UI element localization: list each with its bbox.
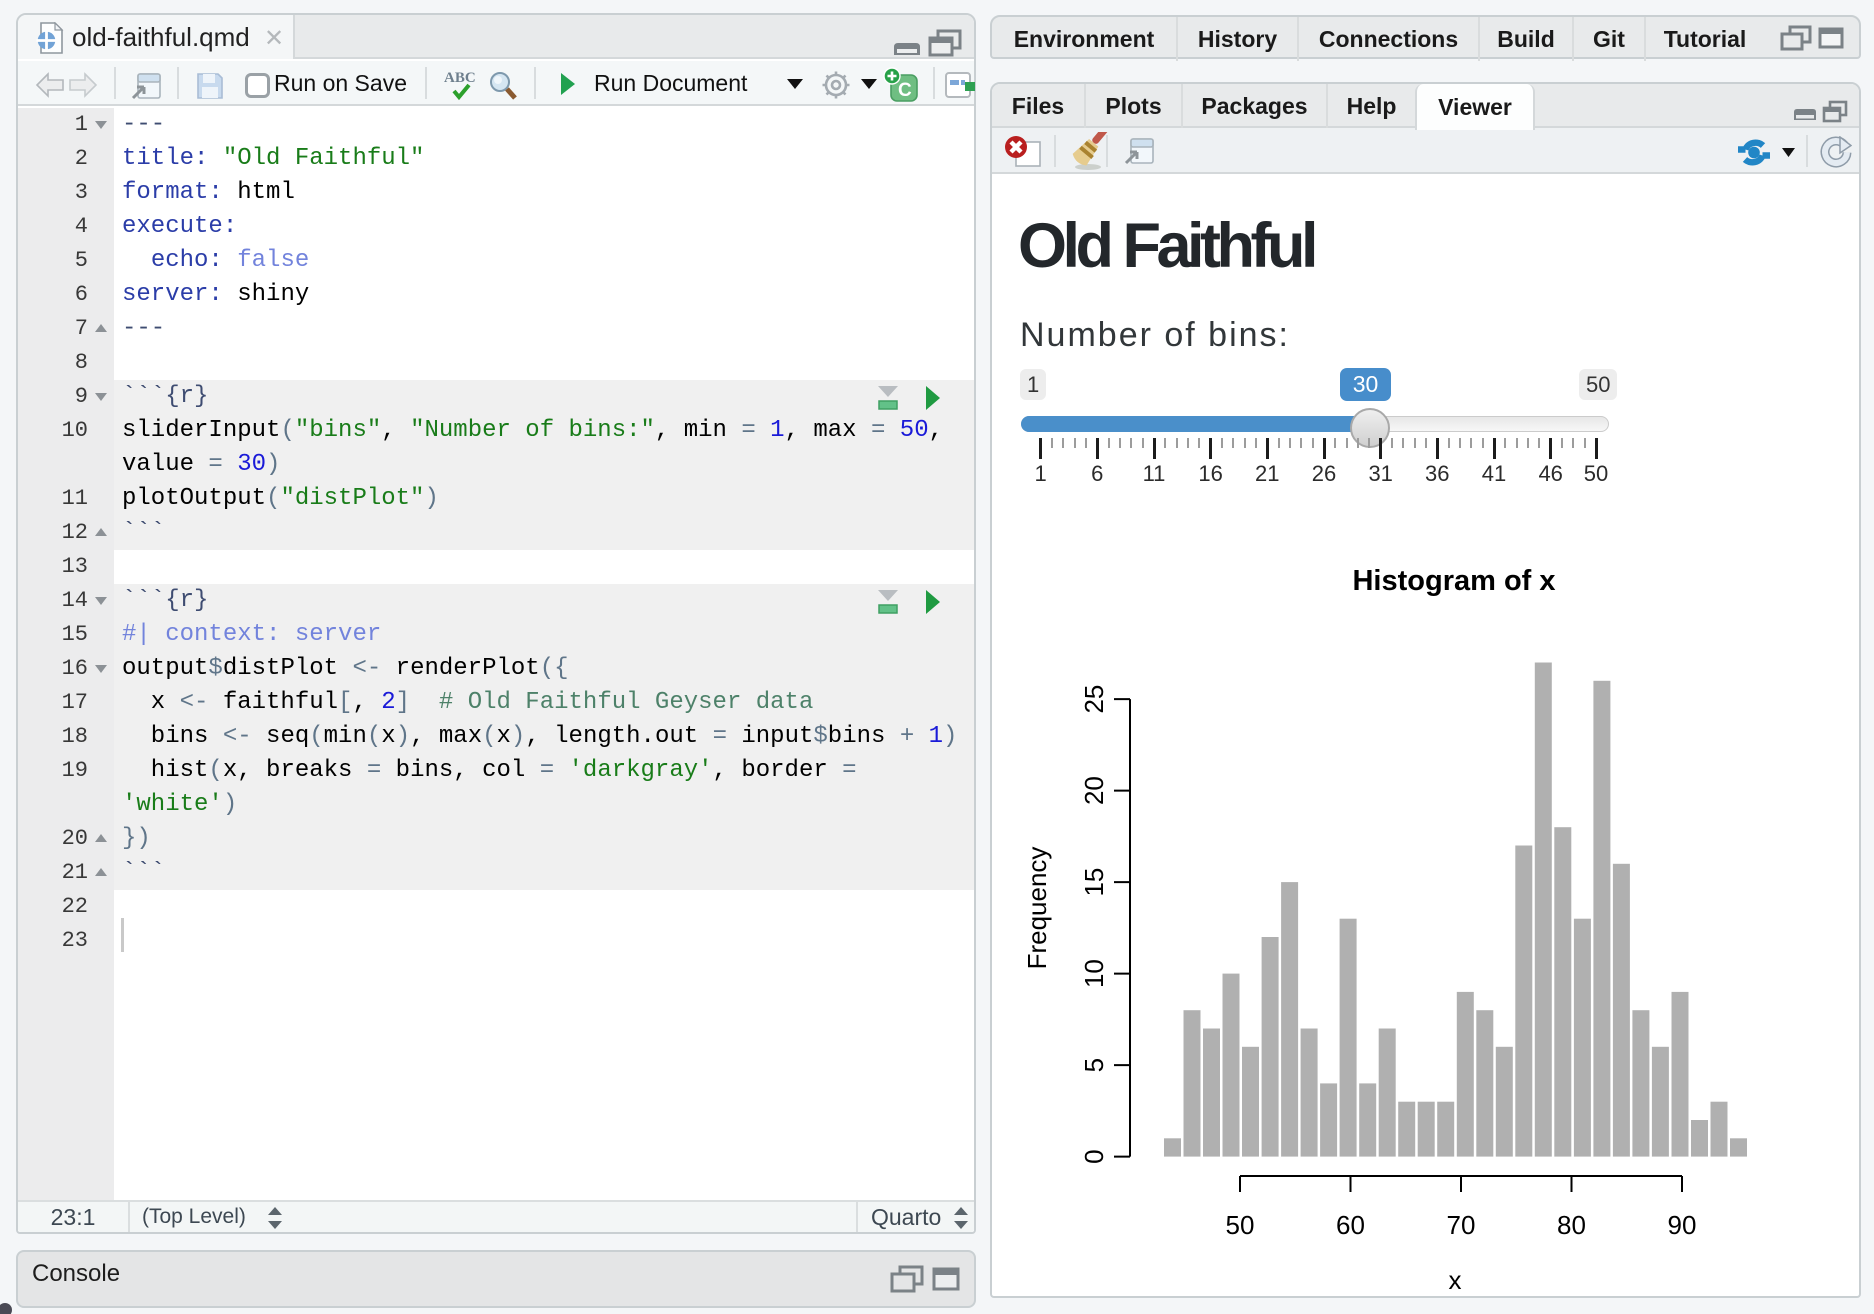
svg-text:ABC: ABC xyxy=(444,70,476,86)
svg-text:90: 90 xyxy=(1668,1210,1697,1240)
svg-text:C: C xyxy=(898,80,912,101)
svg-text:20: 20 xyxy=(1079,776,1109,805)
svg-text:70: 70 xyxy=(1447,1210,1476,1240)
svg-text:Histogram of x: Histogram of x xyxy=(1352,565,1555,597)
svg-text:80: 80 xyxy=(1557,1210,1586,1240)
svg-text:0: 0 xyxy=(1079,1149,1109,1163)
svg-text:x: x xyxy=(1449,1265,1462,1295)
svg-text:50: 50 xyxy=(1226,1210,1255,1240)
svg-text:10: 10 xyxy=(1079,959,1109,988)
svg-text:Frequency: Frequency xyxy=(1022,847,1052,970)
svg-text:25: 25 xyxy=(1079,685,1109,714)
svg-text:60: 60 xyxy=(1336,1210,1365,1240)
svg-text:15: 15 xyxy=(1079,868,1109,897)
svg-text:5: 5 xyxy=(1079,1058,1109,1072)
